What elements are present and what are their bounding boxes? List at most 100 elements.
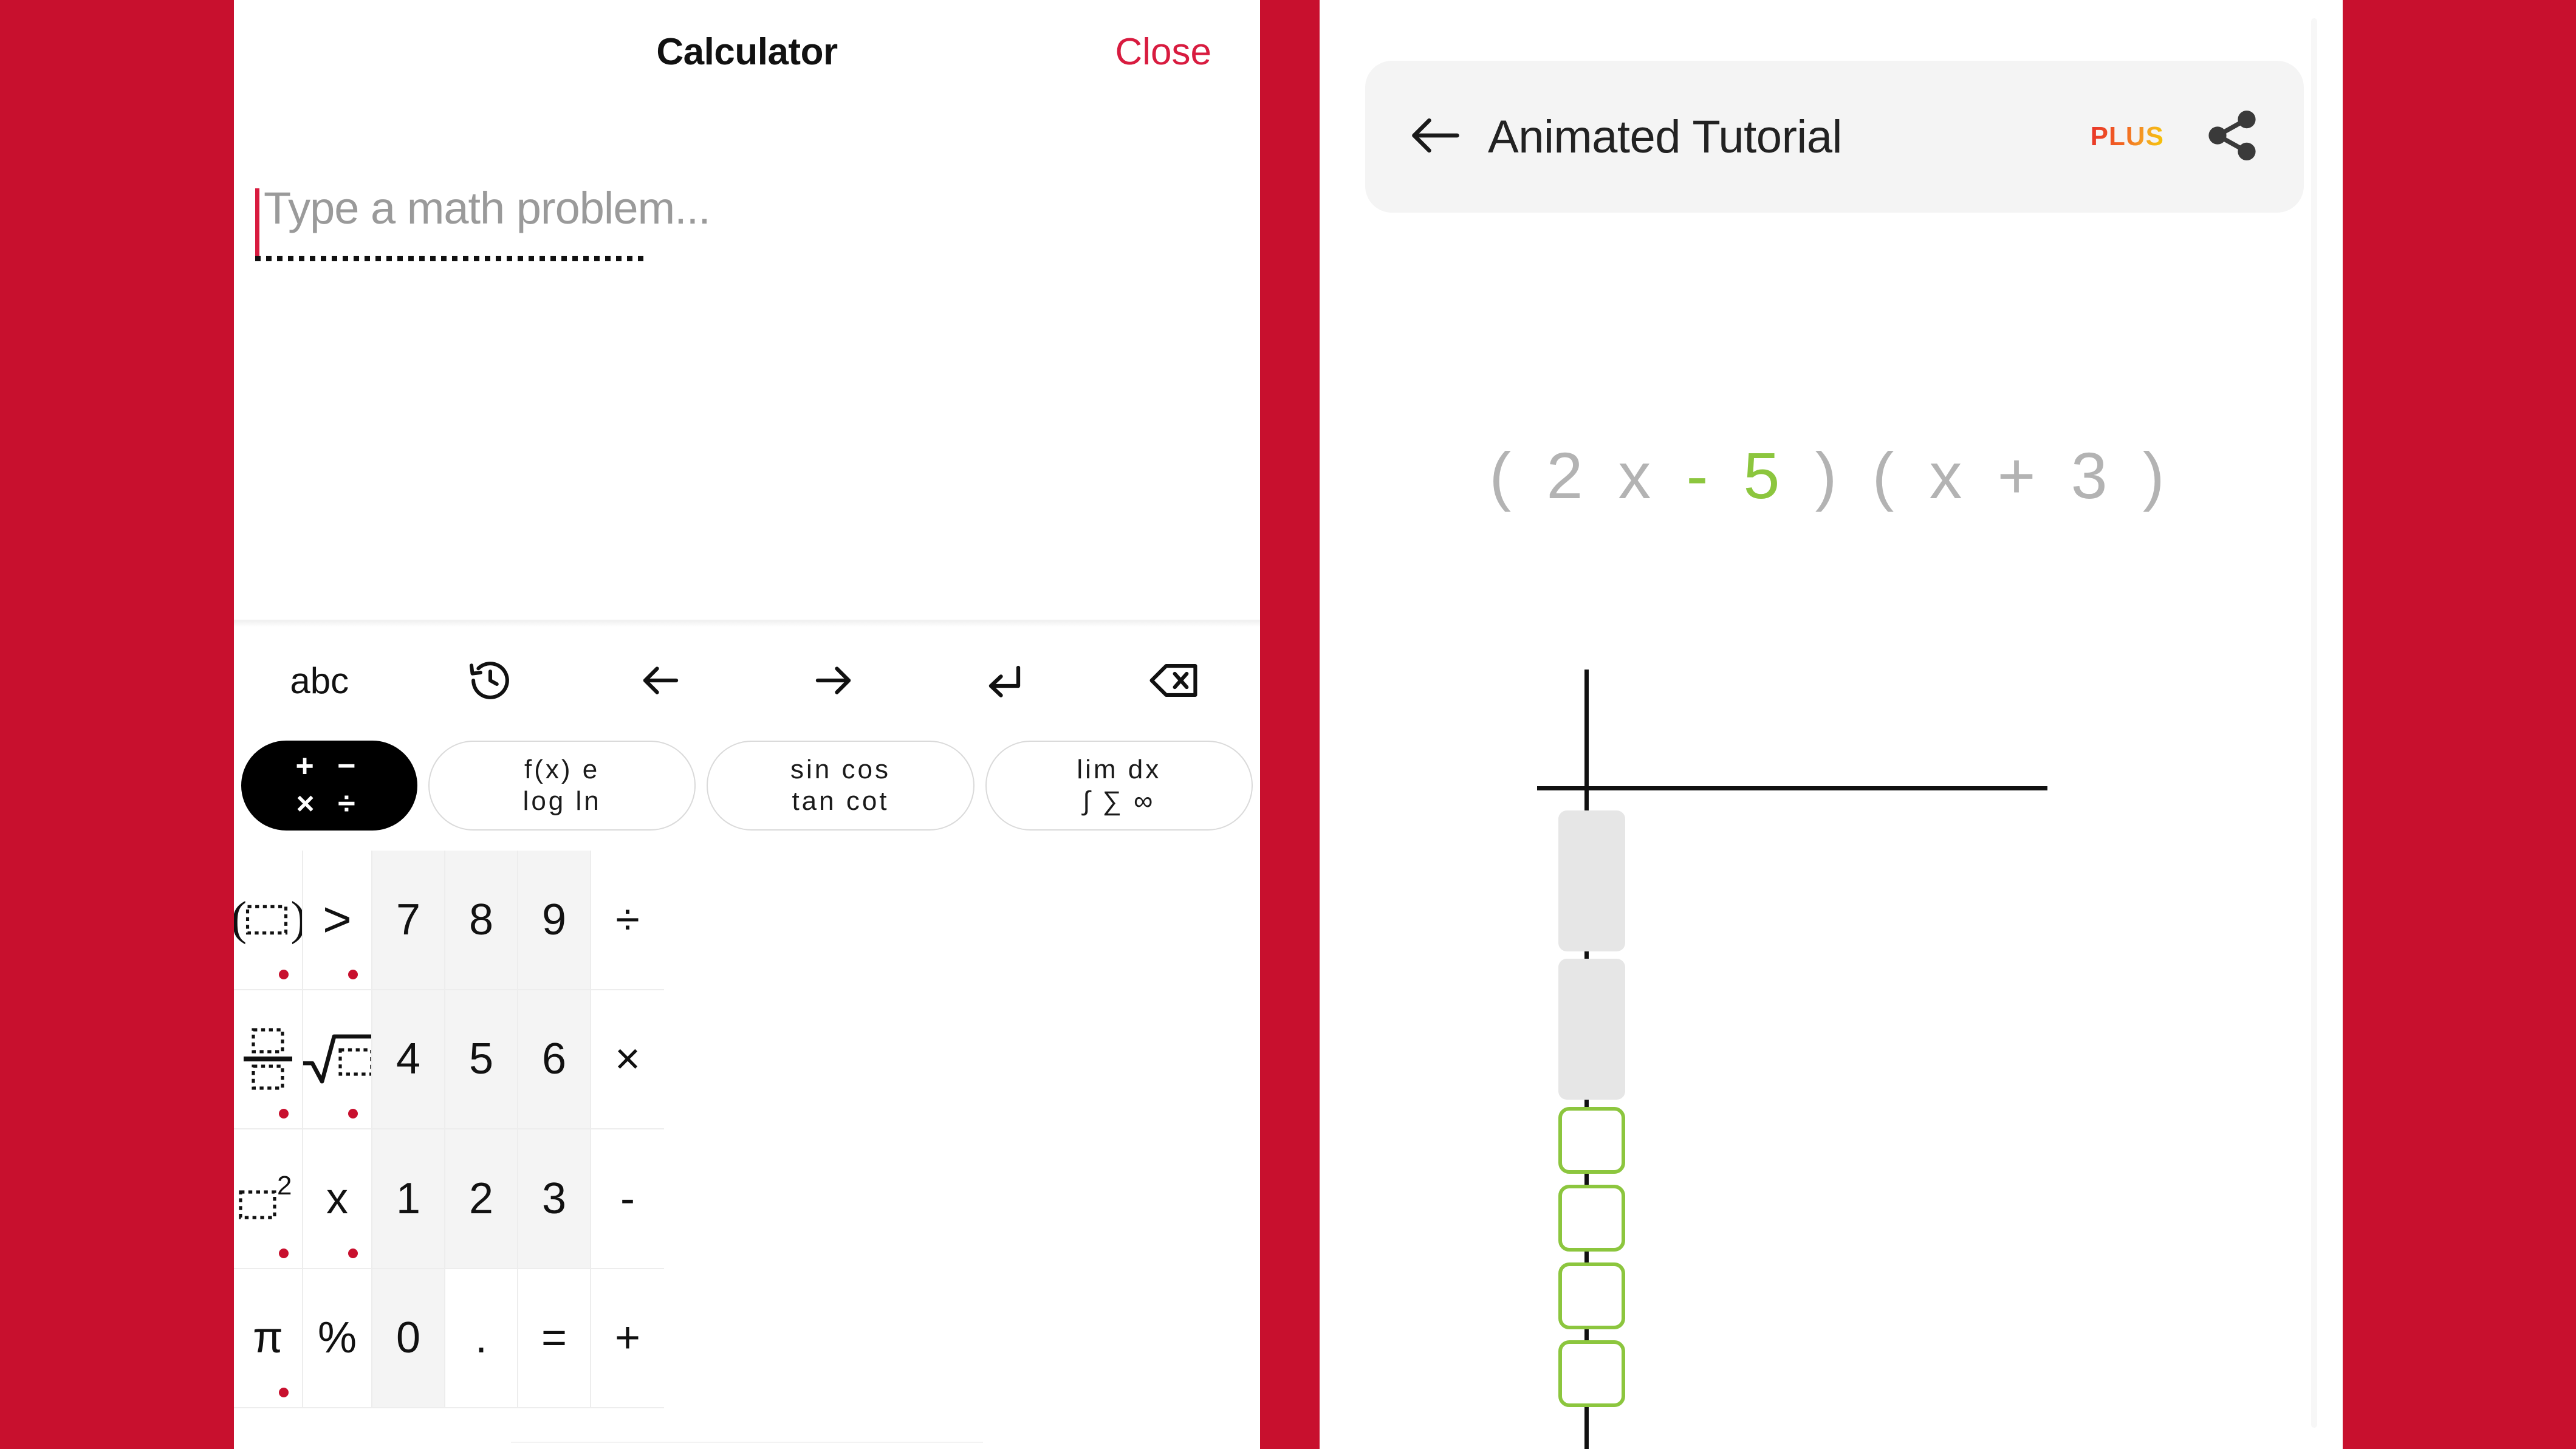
- key-digit-5[interactable]: 5: [445, 990, 518, 1129]
- fraction-key-icon: [239, 1023, 297, 1095]
- digit-9-label: 9: [541, 895, 567, 944]
- keypad-grid: ( ) > 7 8 9 ÷: [234, 851, 1260, 1408]
- backspace-icon: [1148, 659, 1201, 702]
- enter-button[interactable]: [918, 635, 1089, 726]
- history-icon: [467, 657, 513, 704]
- key-variable-x[interactable]: x: [303, 1129, 372, 1269]
- gray-tile: [1558, 810, 1625, 951]
- mode-chip-trig-line2: tan cot: [792, 786, 889, 816]
- key-digit-3[interactable]: 3: [518, 1129, 591, 1269]
- page-title: Calculator: [656, 31, 838, 73]
- arrow-right-icon: [808, 659, 857, 702]
- mode-chip-calculus-line1: lim dx: [1077, 754, 1162, 784]
- tutorial-panel: Animated Tutorial PLUS ( 2 x - 5) (x +…: [1320, 0, 2343, 1449]
- math-input-field[interactable]: Type a math problem...: [255, 182, 711, 261]
- digit-3-label: 3: [541, 1174, 567, 1223]
- digit-2-label: 2: [468, 1174, 494, 1223]
- key-parentheses[interactable]: ( ): [234, 851, 303, 990]
- key-long-press-dot: [279, 969, 289, 979]
- key-long-press-dot: [279, 1388, 289, 1397]
- close-button[interactable]: Close: [1115, 30, 1211, 74]
- math-input-placeholder: Type a math problem...: [264, 183, 711, 233]
- key-digit-7[interactable]: 7: [372, 851, 445, 990]
- digit-8-label: 8: [468, 895, 494, 944]
- green-unit-tile: [1558, 1340, 1625, 1407]
- math-input-area[interactable]: Type a math problem...: [234, 170, 1260, 279]
- vertical-scrollbar[interactable]: [2311, 18, 2317, 1428]
- enter-return-icon: [980, 659, 1027, 702]
- variable-x-key-label: x: [326, 1174, 348, 1223]
- mode-chip-functions-line2: log ln: [522, 786, 601, 816]
- key-fraction[interactable]: [234, 990, 303, 1129]
- key-digit-0[interactable]: 0: [372, 1269, 445, 1408]
- key-digit-2[interactable]: 2: [445, 1129, 518, 1269]
- gray-tile: [1558, 959, 1625, 1100]
- svg-text:): ): [290, 892, 303, 945]
- square-power-key-icon: 2: [235, 1171, 301, 1226]
- pi-key-label: π: [253, 1314, 283, 1363]
- green-unit-tile: [1558, 1107, 1625, 1174]
- tutorial-diagram: [1320, 0, 2343, 1449]
- arrow-left-icon: [637, 659, 686, 702]
- backspace-button[interactable]: [1089, 635, 1261, 726]
- svg-text:2: 2: [277, 1171, 292, 1201]
- text-caret: [255, 188, 259, 256]
- key-square-power[interactable]: 2: [234, 1129, 303, 1269]
- key-pi[interactable]: π: [234, 1269, 303, 1408]
- equals-key-label: =: [541, 1314, 567, 1363]
- key-percent[interactable]: %: [303, 1269, 372, 1408]
- key-long-press-dot: [279, 1109, 289, 1118]
- input-dotted-underline: [255, 256, 644, 261]
- key-long-press-dot: [348, 1248, 358, 1258]
- svg-text:(: (: [234, 892, 247, 945]
- digit-4-label: 4: [396, 1035, 421, 1084]
- screen-root: Calculator Close Type a math problem... …: [0, 0, 2576, 1449]
- key-digit-9[interactable]: 9: [518, 851, 591, 990]
- key-minus[interactable]: -: [591, 1129, 664, 1269]
- history-button[interactable]: [405, 635, 577, 726]
- key-digit-6[interactable]: 6: [518, 990, 591, 1129]
- mode-chip-functions-line1: f(x) e: [524, 754, 600, 784]
- cursor-right-button[interactable]: [747, 635, 919, 726]
- mode-chip-basic[interactable]: + − × ÷: [241, 740, 417, 831]
- mode-chip-trig[interactable]: sin cos tan cot: [707, 740, 975, 831]
- key-greater-than[interactable]: >: [303, 851, 372, 990]
- greater-than-key-label: >: [323, 891, 352, 947]
- percent-key-label: %: [317, 1314, 357, 1363]
- cursor-left-button[interactable]: [576, 635, 747, 726]
- green-unit-tile: [1558, 1185, 1625, 1252]
- digit-1-label: 1: [396, 1174, 421, 1223]
- keyboard-mode-chips: + − × ÷ f(x) e log ln sin cos tan cot li…: [234, 732, 1260, 838]
- calculator-titlebar: Calculator Close: [234, 0, 1260, 122]
- abc-toggle-label: abc: [290, 660, 349, 701]
- minus-key-label: -: [620, 1174, 635, 1223]
- digit-0-label: 0: [396, 1314, 421, 1363]
- calculator-panel: Calculator Close Type a math problem... …: [234, 0, 1260, 1449]
- horizontal-axis-line: [1537, 786, 2047, 790]
- key-digit-1[interactable]: 1: [372, 1129, 445, 1269]
- home-indicator: [234, 1442, 1260, 1444]
- mode-chip-functions[interactable]: f(x) e log ln: [428, 740, 696, 831]
- divide-key-label: ÷: [615, 895, 640, 944]
- parentheses-key-icon: ( ): [234, 891, 303, 949]
- key-square-root[interactable]: [303, 990, 372, 1129]
- mode-chip-trig-line1: sin cos: [790, 754, 891, 784]
- abc-toggle-button[interactable]: abc: [234, 635, 405, 726]
- key-equals[interactable]: =: [518, 1269, 591, 1408]
- keyboard-toolbar: abc: [234, 635, 1260, 726]
- key-plus[interactable]: +: [591, 1269, 664, 1408]
- mode-chip-calculus-line2: ∫ ∑ ∞: [1083, 786, 1156, 816]
- green-unit-tile: [1558, 1262, 1625, 1329]
- mode-chip-basic-line1: + −: [295, 748, 363, 784]
- key-multiply[interactable]: ×: [591, 990, 664, 1129]
- key-decimal-point[interactable]: .: [445, 1269, 518, 1408]
- digit-7-label: 7: [396, 895, 421, 944]
- mode-chip-calculus[interactable]: lim dx ∫ ∑ ∞: [985, 740, 1253, 831]
- square-root-key-icon: [303, 1029, 371, 1089]
- key-long-press-dot: [348, 1109, 358, 1118]
- mode-chip-basic-line2: × ÷: [296, 786, 363, 821]
- digit-6-label: 6: [541, 1035, 567, 1084]
- key-digit-4[interactable]: 4: [372, 990, 445, 1129]
- key-digit-8[interactable]: 8: [445, 851, 518, 990]
- key-divide[interactable]: ÷: [591, 851, 664, 990]
